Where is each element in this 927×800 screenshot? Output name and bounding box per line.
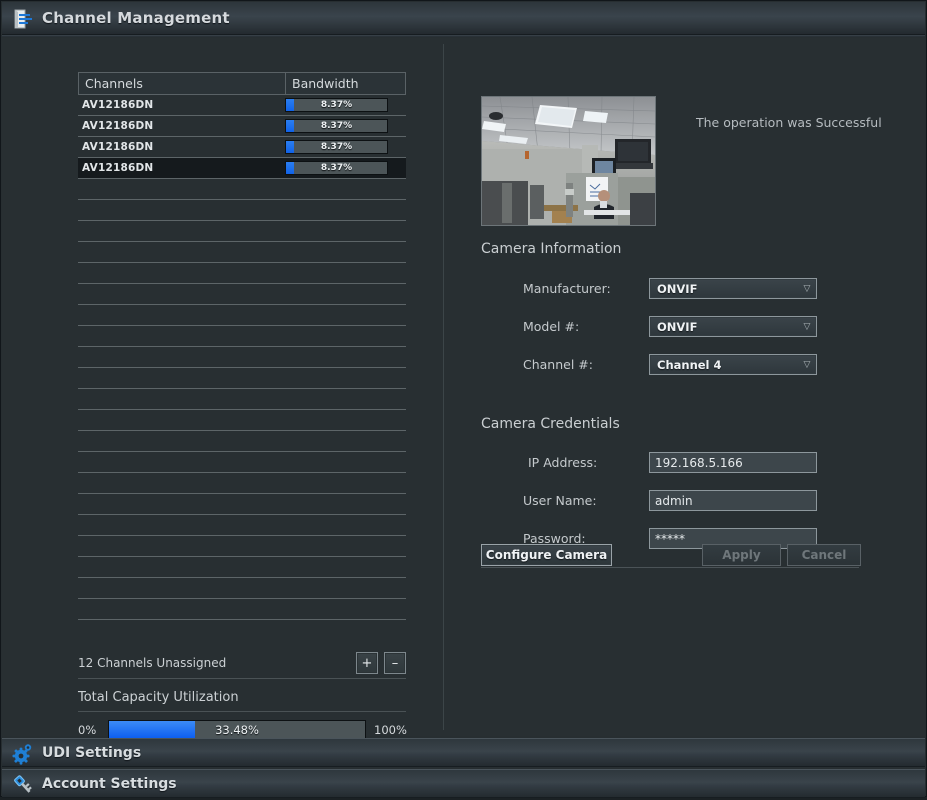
unassigned-channels-label: 12 Channels Unassigned: [78, 656, 350, 670]
main-content: Channels Bandwidth AV12186DN8.37%AV12186…: [2, 38, 925, 736]
table-row-empty[interactable]: [78, 305, 406, 326]
channel-list-document-icon: [12, 8, 34, 30]
table-row-empty[interactable]: [78, 536, 406, 557]
column-header-channels: Channels: [79, 73, 286, 94]
table-row[interactable]: AV12186DN8.37%: [78, 95, 406, 116]
table-row-empty[interactable]: [78, 389, 406, 410]
bandwidth-cell: 8.37%: [285, 161, 404, 175]
table-row-empty[interactable]: [78, 221, 406, 242]
camera-preview-image: [481, 96, 656, 226]
user-name-input[interactable]: admin: [649, 490, 817, 511]
panel-divider: [443, 44, 444, 730]
table-row[interactable]: AV12186DN8.37%: [78, 116, 406, 137]
chevron-down-icon: ▽: [798, 322, 816, 332]
manufacturer-dropdown[interactable]: ONVIF ▽: [649, 278, 817, 299]
accordion-udi-settings[interactable]: UDI Settings: [2, 738, 925, 767]
channel-label: Channel #:: [523, 357, 593, 372]
capacity-min-label: 0%: [78, 723, 108, 737]
ip-address-input[interactable]: 192.168.5.166: [649, 452, 817, 473]
table-row-empty[interactable]: [78, 599, 406, 620]
table-row-empty[interactable]: [78, 452, 406, 473]
table-row-empty[interactable]: [78, 578, 406, 599]
table-row-empty[interactable]: [78, 326, 406, 347]
bandwidth-cell: 8.37%: [285, 98, 404, 112]
bandwidth-progress-bar: 8.37%: [285, 119, 388, 133]
status-message: The operation was Successful: [696, 115, 882, 130]
table-row[interactable]: AV12186DN8.37%: [78, 158, 406, 179]
camera-credentials-title: Camera Credentials: [481, 416, 620, 432]
channel-table: Channels Bandwidth AV12186DN8.37%AV12186…: [78, 72, 406, 620]
unassigned-channels-row: 12 Channels Unassigned + –: [78, 648, 406, 679]
bandwidth-value-label: 8.37%: [286, 141, 387, 153]
bandwidth-value-label: 8.37%: [286, 162, 387, 174]
apply-button[interactable]: Apply: [702, 544, 781, 566]
accordion-account-settings[interactable]: Account Settings: [2, 769, 925, 798]
accordion-account-settings-label: Account Settings: [42, 776, 177, 792]
bandwidth-progress-bar: 8.37%: [285, 161, 388, 175]
accordion-udi-settings-label: UDI Settings: [42, 745, 141, 761]
chevron-down-icon: ▽: [798, 284, 816, 294]
table-row-empty[interactable]: [78, 494, 406, 515]
capacity-value-label: 33.48%: [109, 721, 365, 739]
capacity-progress-bar: 33.48%: [108, 720, 366, 740]
channel-table-body: AV12186DN8.37%AV12186DN8.37%AV12186DN8.3…: [78, 95, 406, 620]
channel-dropdown[interactable]: Channel 4 ▽: [649, 354, 817, 375]
remove-channel-button[interactable]: –: [384, 652, 406, 674]
configure-camera-button[interactable]: Configure Camera: [481, 544, 612, 566]
model-dropdown[interactable]: ONVIF ▽: [649, 316, 817, 337]
table-row-empty[interactable]: [78, 242, 406, 263]
table-row-empty[interactable]: [78, 431, 406, 452]
capacity-max-label: 100%: [366, 723, 404, 737]
table-row-empty[interactable]: [78, 263, 406, 284]
bandwidth-value-label: 8.37%: [286, 120, 387, 132]
manufacturer-value: ONVIF: [650, 282, 798, 296]
channel-name: AV12186DN: [78, 99, 285, 111]
capacity-section-title: Total Capacity Utilization: [78, 690, 406, 712]
table-row-empty[interactable]: [78, 410, 406, 431]
table-row-empty[interactable]: [78, 368, 406, 389]
table-row-empty[interactable]: [78, 179, 406, 200]
table-row-empty[interactable]: [78, 284, 406, 305]
table-row-empty[interactable]: [78, 557, 406, 578]
table-row-empty[interactable]: [78, 200, 406, 221]
bandwidth-progress-bar: 8.37%: [285, 98, 388, 112]
user-name-label: User Name:: [523, 493, 597, 508]
window-titlebar: Channel Management: [2, 2, 925, 35]
channel-name: AV12186DN: [78, 162, 285, 174]
model-value: ONVIF: [650, 320, 798, 334]
channel-table-header: Channels Bandwidth: [78, 72, 406, 95]
ip-address-label: IP Address:: [528, 455, 597, 470]
channel-name: AV12186DN: [78, 141, 285, 153]
channel-management-window: Channel Management Channels Bandwidth AV…: [0, 0, 927, 797]
bandwidth-progress-bar: 8.37%: [285, 140, 388, 154]
button-row-divider: [481, 567, 859, 568]
gear-icon: [12, 743, 34, 765]
chevron-down-icon: ▽: [798, 360, 816, 370]
table-row[interactable]: AV12186DN8.37%: [78, 137, 406, 158]
bandwidth-value-label: 8.37%: [286, 99, 387, 111]
table-row-empty[interactable]: [78, 473, 406, 494]
page-title: Channel Management: [42, 9, 230, 27]
add-channel-button[interactable]: +: [356, 652, 378, 674]
bandwidth-cell: 8.37%: [285, 119, 404, 133]
bandwidth-cell: 8.37%: [285, 140, 404, 154]
table-row-empty[interactable]: [78, 515, 406, 536]
table-row-empty[interactable]: [78, 347, 406, 368]
manufacturer-label: Manufacturer:: [523, 281, 611, 296]
cancel-button[interactable]: Cancel: [787, 544, 861, 566]
column-header-bandwidth: Bandwidth: [286, 73, 405, 94]
channel-name: AV12186DN: [78, 120, 285, 132]
key-icon: [12, 774, 34, 796]
camera-information-title: Camera Information: [481, 241, 621, 257]
model-label: Model #:: [523, 319, 579, 334]
channel-value: Channel 4: [650, 358, 798, 372]
